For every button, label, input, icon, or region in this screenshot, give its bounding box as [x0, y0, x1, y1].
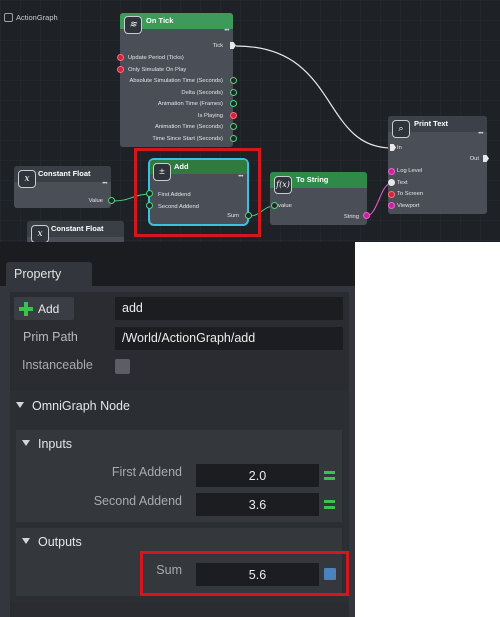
instanceable-label: Instanceable: [22, 358, 93, 372]
first-addend-field[interactable]: 2.0: [196, 464, 319, 487]
outputs-header[interactable]: Outputs: [22, 535, 82, 549]
port-only-simulate: Only Simulate On Play: [128, 67, 187, 73]
connected-attribute-icon[interactable]: [324, 471, 335, 480]
port-value: Value: [88, 198, 103, 204]
add-button[interactable]: Add: [14, 297, 74, 320]
instanceable-checkbox[interactable]: [115, 359, 130, 374]
port-to-screen: To Screen: [397, 191, 424, 197]
second-addend-label: Second Addend: [93, 494, 182, 508]
port-anim-frames: Animation Time (Frames): [157, 101, 223, 107]
collapse-triangle-icon: [22, 440, 30, 446]
sum-highlight: [140, 551, 349, 596]
add-node-highlight: [134, 148, 261, 237]
to-string-node[interactable]: To String f(x) value String: [270, 172, 367, 225]
pin-anim-seconds[interactable]: [230, 123, 237, 130]
pin-only-simulate[interactable]: [117, 66, 124, 73]
pin-value-in[interactable]: [271, 202, 278, 209]
add-button-label: Add: [38, 301, 60, 316]
port-out: Out: [469, 156, 479, 162]
panel-tabbar: Property: [0, 242, 355, 286]
port-absolute-sim-time: Absolute Simulation Time (Seconds): [129, 78, 223, 84]
function-icon: f(x): [274, 176, 292, 194]
port-update-period: Update Period (Ticks): [128, 55, 184, 61]
port-text: Text: [397, 180, 408, 186]
pin-anim-frames[interactable]: [230, 100, 237, 107]
property-panel: Property Add add Prim Path /World/Action…: [0, 242, 355, 617]
on-tick-node[interactable]: On Tick ≋ ••• Tick Update Period (Ticks)…: [120, 13, 233, 147]
action-graph-canvas[interactable]: ActionGraph On Tick ≋ ••• Tick Update Pe…: [0, 0, 500, 242]
name-field[interactable]: add: [115, 297, 343, 320]
port-string: String: [343, 214, 359, 220]
print-text-title: Print Text: [414, 119, 449, 128]
pin-delta[interactable]: [230, 89, 237, 96]
on-tick-title: On Tick: [146, 16, 174, 25]
variable-x-icon: x: [18, 170, 36, 188]
omnigraph-node-header[interactable]: OmniGraph Node: [16, 399, 130, 413]
pin-string-out[interactable]: [363, 212, 370, 219]
pin-is-playing[interactable]: [230, 112, 237, 119]
constant-float-node-2[interactable]: Constant Float x: [27, 221, 124, 242]
constant-float-title-1: Constant Float: [38, 169, 91, 178]
pin-log-level[interactable]: [388, 168, 395, 175]
port-value-in: value: [278, 203, 292, 209]
pin-text[interactable]: [388, 179, 395, 186]
constant-float-node-1[interactable]: Constant Float x ••• Value: [14, 166, 111, 208]
node-menu-icon[interactable]: •••: [102, 181, 107, 187]
pin-time-since-start[interactable]: [230, 135, 237, 142]
collapse-triangle-icon: [22, 538, 30, 544]
wire-tick-to-print-in: [235, 45, 393, 149]
pin-update-period[interactable]: [117, 54, 124, 61]
node-menu-icon[interactable]: •••: [478, 131, 483, 137]
pin-constant-value[interactable]: [108, 197, 115, 204]
port-delta: Delta (Seconds): [181, 90, 223, 96]
print-text-node[interactable]: Print Text ⌕ ••• In Out Log Level Text T…: [388, 116, 487, 214]
omnigraph-node-title: OmniGraph Node: [32, 399, 130, 413]
port-time-since-start: Time Since Start (Seconds): [152, 136, 223, 142]
plus-icon: [19, 301, 33, 316]
pin-to-screen[interactable]: [388, 191, 395, 198]
to-string-title: To String: [296, 175, 329, 184]
wifi-icon: ≋: [124, 16, 142, 34]
inputs-header[interactable]: Inputs: [22, 437, 72, 451]
tab-property[interactable]: Property: [6, 262, 92, 286]
prim-path-label: Prim Path: [23, 330, 78, 344]
port-log-level: Log Level: [397, 168, 423, 174]
app-root: ActionGraph On Tick ≋ ••• Tick Update Pe…: [0, 0, 500, 617]
port-in: In: [397, 145, 402, 151]
port-tick: Tick: [212, 43, 223, 49]
pin-absolute-sim-time[interactable]: [230, 77, 237, 84]
collapse-triangle-icon: [16, 402, 24, 408]
node-menu-icon[interactable]: •••: [224, 28, 229, 34]
outputs-title: Outputs: [38, 535, 82, 549]
inputs-title: Inputs: [38, 437, 73, 451]
port-is-playing: Is Playing: [197, 113, 223, 119]
constant-float-title-2: Constant Float: [51, 224, 104, 233]
pin-viewport[interactable]: [388, 202, 395, 209]
variable-x-icon: x: [31, 225, 49, 242]
connected-attribute-icon[interactable]: [324, 500, 335, 509]
port-viewport: Viewport: [397, 203, 420, 209]
prim-path-field[interactable]: /World/ActionGraph/add: [115, 327, 343, 350]
magnify-icon: ⌕: [392, 120, 410, 138]
port-anim-seconds: Animation Time (Seconds): [155, 124, 223, 130]
second-addend-field[interactable]: 3.6: [196, 493, 319, 516]
first-addend-label: First Addend: [111, 465, 182, 479]
